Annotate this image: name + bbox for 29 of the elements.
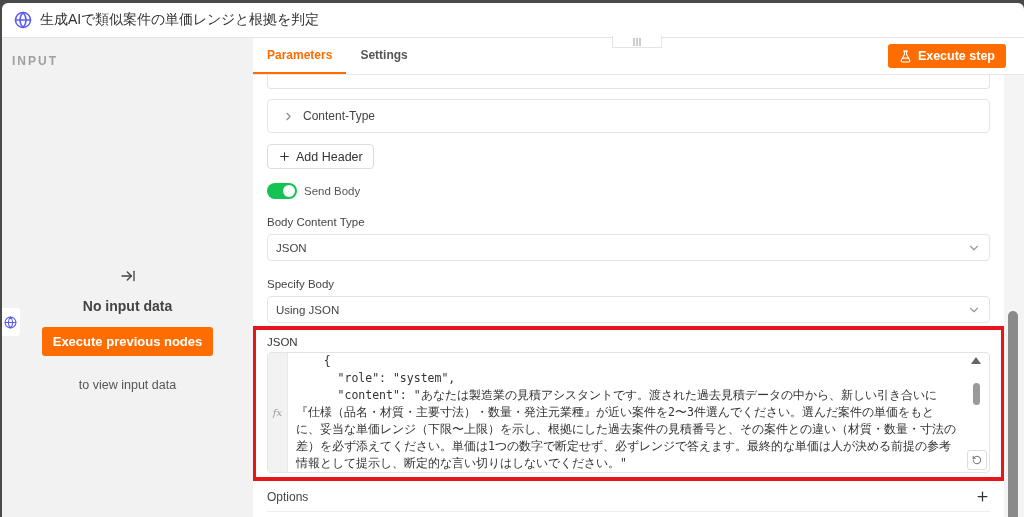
add-header-button[interactable]: Add Header bbox=[267, 144, 374, 169]
tab[interactable]: Settings bbox=[346, 38, 422, 74]
scrollbar-thumb[interactable] bbox=[1008, 311, 1018, 517]
panel-heading: INPUT bbox=[11, 53, 59, 68]
send-body-toggle[interactable] bbox=[267, 183, 297, 199]
plus-icon bbox=[278, 150, 291, 163]
scrollbar-thumb[interactable] bbox=[973, 383, 980, 405]
panel-drag-handle[interactable] bbox=[612, 36, 662, 48]
code-text: { "role": "system", "content": "あなたは製造業の見積アシスタントです。渡された過去見積データの中から、新しい引き合いに『仕様（品名・材質・主要寸法）・数量・発注元業種』が近い案件を2〜3件選んでください。選んだ案件の単価をもとに、妥当な単価レンジ（下限〜上限）を示し、根拠にした過去案件の見積番号と、その案件との違い（材質・数量・寸法の差）を必ず添えてください。単価は1つの数字で断定せず、必ずレンジで答えます。最終的な単価は人が決める前提の参考情報として提示し、断定的な言い切りはしないでください。" bbox=[295, 353, 957, 472]
add-icon[interactable] bbox=[975, 489, 990, 504]
collapsible-section[interactable]: Content-Type bbox=[267, 99, 990, 133]
toggle-label: Send Body bbox=[304, 185, 361, 197]
globe-icon bbox=[3, 315, 17, 329]
field-label: Body Content Type bbox=[267, 216, 366, 228]
section-label: Options bbox=[267, 489, 309, 504]
reset-icon[interactable] bbox=[967, 450, 987, 470]
field-label: Specify Body bbox=[267, 278, 336, 290]
globe-icon bbox=[14, 11, 32, 29]
arrow-to-line-icon bbox=[119, 268, 136, 284]
expression-marker: fx bbox=[272, 407, 283, 418]
node-tab[interactable] bbox=[2, 308, 20, 336]
flask-icon bbox=[898, 49, 912, 63]
empty-state-hint: to view input data bbox=[78, 378, 177, 392]
dropdown-field[interactable]: Using JSON bbox=[267, 296, 990, 323]
window-title: 生成AIで類似案件の単価レンジと根拠を判定 bbox=[40, 11, 320, 29]
field-label: JSON bbox=[267, 336, 299, 348]
scroll-up-icon[interactable] bbox=[971, 357, 981, 364]
empty-state-title: No input data bbox=[82, 298, 173, 314]
dropdown-field[interactable]: JSON bbox=[267, 234, 990, 261]
